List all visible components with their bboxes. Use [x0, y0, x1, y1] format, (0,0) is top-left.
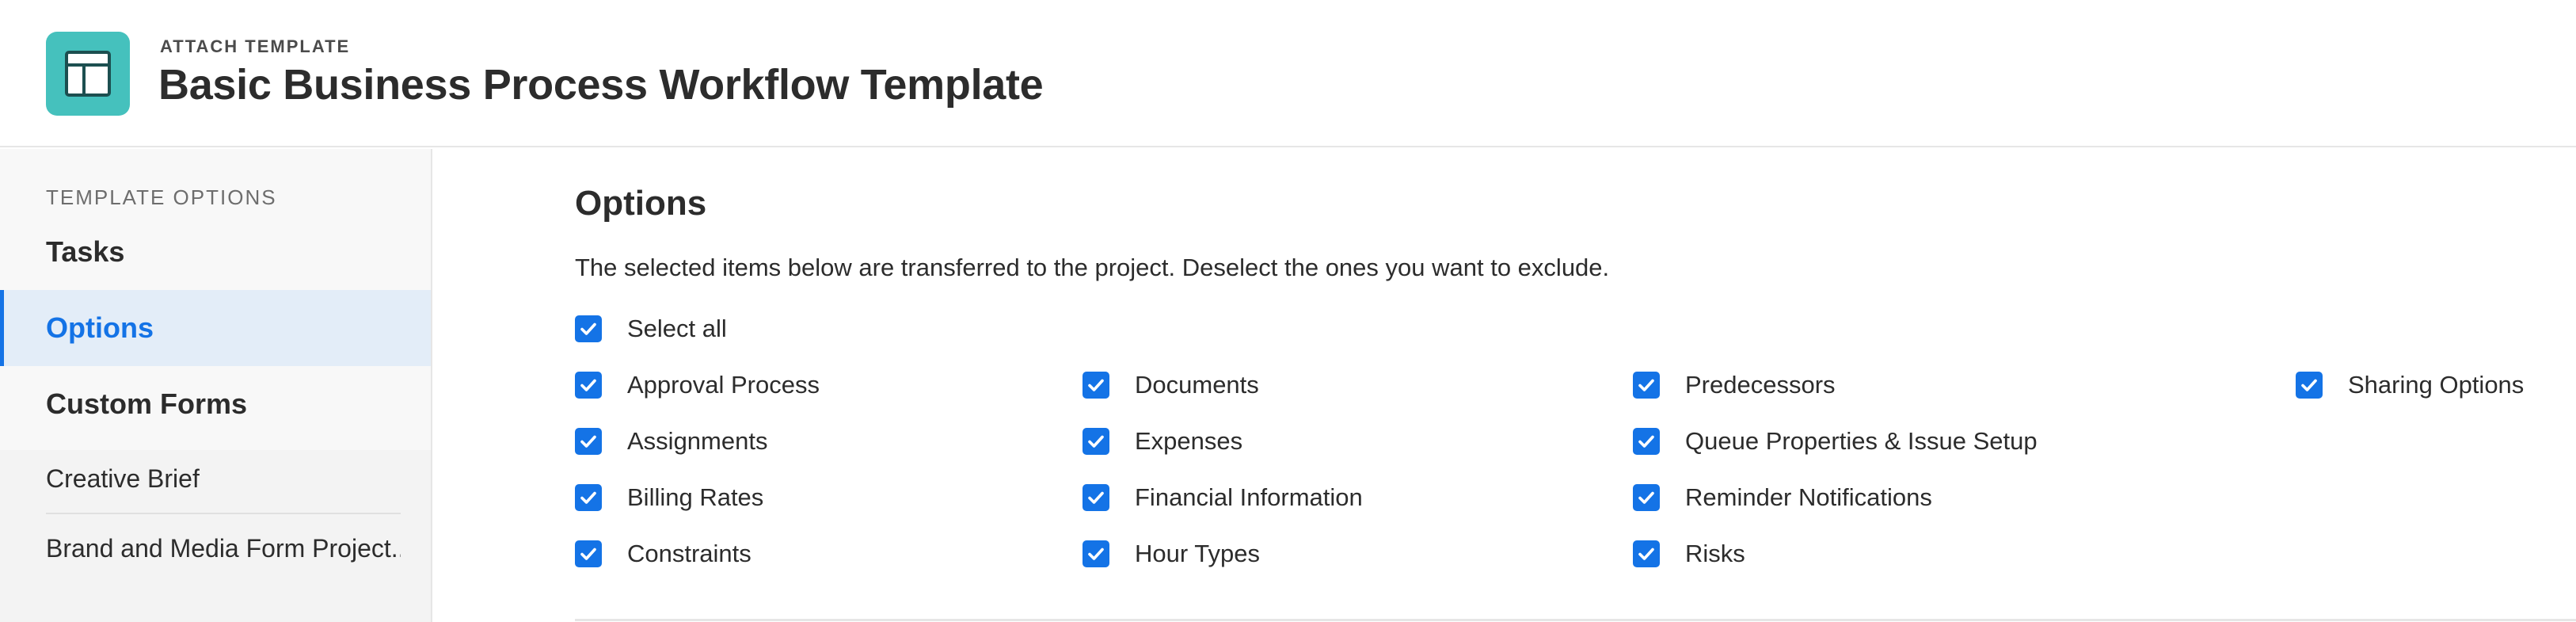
- checkmark-icon: [575, 428, 602, 455]
- attach-template-page: ATTACH TEMPLATE Basic Business Process W…: [0, 0, 2576, 622]
- checkbox-label: Billing Rates: [627, 483, 764, 511]
- checkmark-icon: [1083, 428, 1109, 455]
- options-description: The selected items below are transferred…: [575, 254, 1610, 281]
- checkmark-icon: [575, 315, 602, 342]
- sidebar-subitem-label: Creative Brief: [46, 464, 200, 493]
- checkmark-icon: [1083, 540, 1109, 567]
- sidebar-item-label: Options: [46, 311, 154, 344]
- option-checkbox-queue-properties[interactable]: Queue Properties & Issue Setup: [1633, 425, 2038, 457]
- checkmark-icon: [1083, 484, 1109, 511]
- option-checkbox-predecessors[interactable]: Predecessors: [1633, 369, 1836, 401]
- option-checkbox-approval-process[interactable]: Approval Process: [575, 369, 820, 401]
- checkbox-label: Financial Information: [1135, 483, 1363, 511]
- sidebar-item-tasks[interactable]: Tasks: [0, 214, 431, 290]
- checkmark-icon: [575, 540, 602, 567]
- checkbox-label: Constraints: [627, 540, 751, 567]
- checkmark-icon: [2296, 372, 2323, 399]
- divider: [575, 619, 2576, 621]
- checkbox-label: Approval Process: [627, 371, 820, 399]
- checkmark-icon: [1633, 484, 1660, 511]
- sidebar-item-label: Custom Forms: [46, 387, 248, 420]
- select-all-checkbox[interactable]: Select all: [575, 313, 727, 345]
- header-eyebrow: ATTACH TEMPLATE: [160, 36, 351, 56]
- template-layout-icon: [46, 32, 130, 116]
- checkmark-icon: [1633, 540, 1660, 567]
- option-checkbox-financial-information[interactable]: Financial Information: [1083, 482, 1363, 513]
- checkbox-label: Assignments: [627, 427, 768, 455]
- checkbox-label: Queue Properties & Issue Setup: [1685, 427, 2038, 455]
- checkbox-label: Predecessors: [1685, 371, 1836, 399]
- option-checkbox-expenses[interactable]: Expenses: [1083, 425, 1242, 457]
- option-checkbox-reminder-notifications[interactable]: Reminder Notifications: [1633, 482, 1932, 513]
- option-checkbox-constraints[interactable]: Constraints: [575, 538, 751, 570]
- option-checkbox-hour-types[interactable]: Hour Types: [1083, 538, 1260, 570]
- options-heading: Options: [575, 184, 707, 223]
- option-checkbox-documents[interactable]: Documents: [1083, 369, 1259, 401]
- checkbox-label: Expenses: [1135, 427, 1243, 455]
- sidebar-subitem-label: Brand and Media Form Project...: [46, 533, 401, 563]
- checkbox-label: Documents: [1135, 371, 1259, 399]
- sidebar-item-label: Tasks: [46, 235, 125, 268]
- checkmark-icon: [1633, 372, 1660, 399]
- option-checkbox-sharing-options[interactable]: Sharing Options: [2296, 369, 2524, 401]
- sidebar-subitem-brand-and-media-form[interactable]: Brand and Media Form Project...: [46, 513, 401, 583]
- checkmark-icon: [1633, 428, 1660, 455]
- sidebar: TEMPLATE OPTIONS Tasks Options Custom Fo…: [0, 149, 432, 622]
- checkbox-label: Reminder Notifications: [1685, 483, 1932, 511]
- sidebar-subitem-creative-brief[interactable]: Creative Brief: [46, 444, 401, 513]
- checkmark-icon: [575, 484, 602, 511]
- sidebar-item-options[interactable]: Options: [0, 290, 431, 366]
- option-checkbox-risks[interactable]: Risks: [1633, 538, 1745, 570]
- checkmark-icon: [575, 372, 602, 399]
- checkbox-label: Hour Types: [1135, 540, 1260, 567]
- option-checkbox-assignments[interactable]: Assignments: [575, 425, 767, 457]
- sidebar-section-label: TEMPLATE OPTIONS: [46, 185, 277, 209]
- checkbox-label: Risks: [1685, 540, 1745, 567]
- header: ATTACH TEMPLATE Basic Business Process W…: [0, 0, 2576, 147]
- option-checkbox-billing-rates[interactable]: Billing Rates: [575, 482, 763, 513]
- page-title: Basic Business Process Workflow Template: [158, 61, 1044, 109]
- sidebar-item-custom-forms[interactable]: Custom Forms: [0, 366, 431, 442]
- checkmark-icon: [1083, 372, 1109, 399]
- checkbox-label: Select all: [627, 315, 727, 342]
- checkbox-label: Sharing Options: [2348, 371, 2525, 399]
